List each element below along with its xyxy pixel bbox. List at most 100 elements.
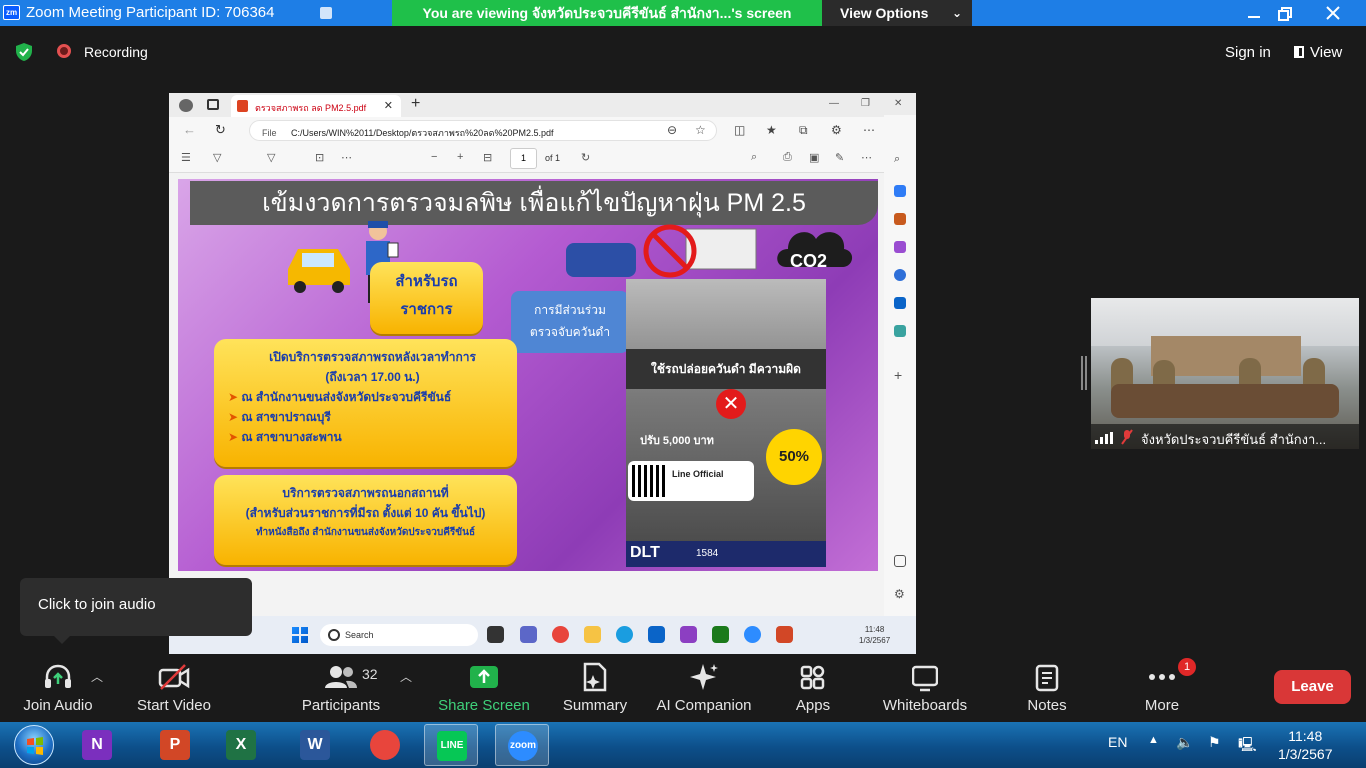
sidebar-settings-icon[interactable]: ⚙ bbox=[894, 587, 906, 601]
pdf-search-icon[interactable]: ⌕ bbox=[751, 151, 757, 164]
remote-edge-icon[interactable] bbox=[616, 626, 633, 643]
sidebar-office-icon[interactable] bbox=[894, 269, 906, 281]
xbox-icon[interactable] bbox=[712, 626, 729, 643]
profile-icon[interactable] bbox=[179, 99, 193, 112]
favorites-icon[interactable]: ★ bbox=[766, 123, 777, 137]
refresh-icon[interactable]: ↻ bbox=[215, 122, 226, 138]
whiteboards-button[interactable]: Whiteboards bbox=[872, 654, 978, 722]
zoom-in-icon[interactable]: + bbox=[457, 151, 463, 163]
audio-options-caret-icon[interactable]: ︿ bbox=[91, 668, 103, 685]
sidebar-screenshot-icon[interactable] bbox=[894, 555, 906, 567]
join-audio-button[interactable]: Join Audio bbox=[14, 654, 102, 722]
notes-icon bbox=[1035, 664, 1059, 692]
favorite-star-icon[interactable]: ☆ bbox=[695, 123, 706, 137]
browser-tab-title: ตรวจสภาพรถ ลด PM2.5.pdf bbox=[255, 103, 367, 113]
remote-search-box[interactable]: Search bbox=[320, 624, 478, 646]
browser-minimize-icon[interactable]: — bbox=[829, 98, 839, 109]
participants-caret-icon[interactable]: ︿ bbox=[400, 668, 412, 685]
pdf-menu-icon[interactable]: ⋯ bbox=[861, 151, 872, 164]
draw-icon[interactable]: ▽ bbox=[267, 151, 275, 164]
window-menu-icon[interactable] bbox=[320, 7, 332, 19]
summary-button[interactable]: Summary bbox=[556, 654, 634, 722]
start-button[interactable] bbox=[14, 725, 54, 765]
more-menu-icon[interactable]: ⋯ bbox=[863, 123, 875, 137]
start-video-button[interactable]: Start Video bbox=[128, 654, 220, 722]
close-button[interactable] bbox=[1310, 0, 1356, 26]
participant-video-tile[interactable]: จังหวัดประจวบคีรีขันธ์ สำนักงา... bbox=[1091, 298, 1359, 449]
language-indicator[interactable]: EN bbox=[1108, 734, 1127, 750]
leave-button[interactable]: Leave bbox=[1274, 670, 1351, 704]
remote-powerpoint-icon[interactable] bbox=[776, 626, 793, 643]
taskbar-app-chrome[interactable] bbox=[358, 724, 412, 766]
participants-button[interactable]: Participants bbox=[296, 654, 386, 722]
browser-address-row: ← ↻ File C:/Users/WIN%2011/Desktop/ตรวจส… bbox=[169, 117, 916, 143]
highlight-icon[interactable]: ▽ bbox=[213, 151, 221, 164]
print-icon[interactable]: ⎙ bbox=[783, 151, 792, 164]
network-icon[interactable]: 🖳 bbox=[1238, 734, 1257, 758]
taskbar-app-excel[interactable]: X bbox=[214, 724, 268, 766]
windows-taskbar: N P X W LINE zoom EN ▲ 🔈 ⚑ 🖳 11:48 1/3/2567 bbox=[0, 722, 1366, 768]
chat-icon[interactable] bbox=[520, 626, 537, 643]
apps-button[interactable]: Apps bbox=[782, 654, 844, 722]
taskbar-app-line[interactable]: LINE bbox=[424, 724, 478, 766]
task-view-icon[interactable] bbox=[487, 626, 504, 643]
text-icon[interactable]: ⊡ bbox=[315, 151, 324, 164]
address-bar[interactable]: File C:/Users/WIN%2011/Desktop/ตรวจสภาพร… bbox=[249, 120, 717, 141]
meeting-table bbox=[1111, 384, 1339, 418]
photos-icon[interactable] bbox=[680, 626, 697, 643]
extensions-icon[interactable]: ⚙ bbox=[831, 123, 842, 137]
collections-icon[interactable]: ⧉ bbox=[799, 123, 808, 138]
share-screen-button[interactable]: Share Screen bbox=[436, 654, 532, 722]
page-number-input[interactable]: 1 bbox=[510, 148, 537, 169]
new-tab-icon[interactable]: + bbox=[411, 95, 420, 113]
sidebar-games-icon[interactable] bbox=[894, 241, 906, 253]
store-icon[interactable] bbox=[648, 626, 665, 643]
close-tab-icon[interactable]: ✕ bbox=[384, 99, 393, 112]
rotate-icon[interactable]: ↻ bbox=[581, 151, 590, 164]
sidebar-drop-icon[interactable] bbox=[894, 325, 906, 337]
video-panel-resize-handle[interactable] bbox=[1081, 356, 1087, 390]
ai-companion-button[interactable]: AI Companion bbox=[652, 654, 756, 722]
share-screen-icon bbox=[470, 666, 498, 688]
sidebar-shopping-icon[interactable] bbox=[894, 185, 906, 197]
fit-page-icon[interactable]: ⊟ bbox=[483, 151, 492, 164]
system-clock[interactable]: 11:48 1/3/2567 bbox=[1278, 727, 1333, 763]
browser-tab[interactable]: ตรวจสภาพรถ ลด PM2.5.pdf ✕ bbox=[231, 95, 401, 117]
action-center-flag-icon[interactable]: ⚑ bbox=[1208, 734, 1221, 751]
taskbar-app-onenote[interactable]: N bbox=[70, 724, 124, 766]
file-explorer-icon[interactable] bbox=[584, 626, 601, 643]
remote-zoom-icon[interactable] bbox=[744, 626, 761, 643]
windows-start-icon[interactable] bbox=[292, 627, 308, 643]
taskbar-app-zoom[interactable]: zoom bbox=[495, 724, 549, 766]
sign-in-button[interactable]: Sign in bbox=[1225, 44, 1271, 61]
pdf-poster: เข้มงวดการตรวจมลพิษ เพื่อแก้ไขปัญหาฝุ่น … bbox=[178, 179, 878, 571]
back-icon[interactable]: ← bbox=[183, 122, 196, 137]
sidebar-search-icon[interactable]: ⌕ bbox=[894, 153, 906, 165]
sidebar-outlook-icon[interactable] bbox=[894, 297, 906, 309]
restore-button[interactable] bbox=[1263, 0, 1309, 26]
taskbar-app-word[interactable]: W bbox=[288, 724, 342, 766]
remote-time: 11:48 bbox=[864, 625, 885, 634]
save-as-icon[interactable]: ✎ bbox=[835, 151, 844, 164]
pdf-more-icon[interactable]: ⋯ bbox=[341, 151, 352, 164]
taskbar-app-powerpoint[interactable]: P bbox=[148, 724, 202, 766]
show-hidden-icons-icon[interactable]: ▲ bbox=[1148, 734, 1159, 746]
browser-restore-icon[interactable]: ❐ bbox=[861, 98, 870, 109]
pdf-toolbar: ☰ ▽ ▽ ⊡ ⋯ − + ⊟ 1 of 1 ↻ ⌕ ⎙ ▣ ✎ ⋯ bbox=[169, 143, 916, 173]
contents-icon[interactable]: ☰ bbox=[181, 151, 191, 164]
view-options-button[interactable]: View Options ⌄ bbox=[822, 0, 972, 26]
volume-icon[interactable]: 🔈 bbox=[1176, 734, 1193, 751]
remote-chrome-icon[interactable] bbox=[552, 626, 569, 643]
shared-screen[interactable]: ตรวจสภาพรถ ลด PM2.5.pdf ✕ + — ❐ ✕ ← ↻ Fi… bbox=[169, 93, 916, 654]
browser-close-icon[interactable]: ✕ bbox=[894, 98, 902, 109]
zoom-page-icon[interactable]: ⊖ bbox=[667, 123, 677, 137]
security-shield-icon[interactable] bbox=[14, 42, 34, 62]
sidebar-add-icon[interactable]: + bbox=[894, 367, 906, 383]
zoom-out-icon[interactable]: − bbox=[431, 151, 437, 163]
tab-actions-icon[interactable] bbox=[207, 99, 219, 110]
notes-button[interactable]: Notes bbox=[1012, 654, 1082, 722]
sidebar-tools-icon[interactable] bbox=[894, 213, 906, 225]
split-screen-icon[interactable]: ◫ bbox=[734, 123, 745, 137]
view-button[interactable]: View bbox=[1294, 44, 1342, 61]
save-icon[interactable]: ▣ bbox=[809, 151, 819, 164]
